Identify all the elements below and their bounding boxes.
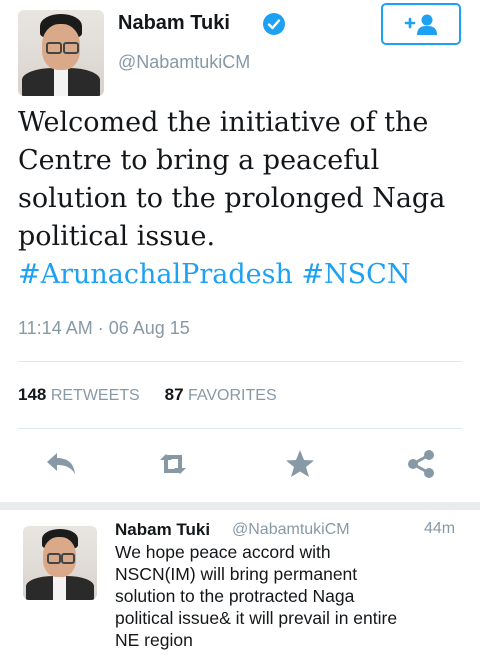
tweet-timestamp: 11:14 AM · 06 Aug 15: [18, 318, 190, 338]
tweet-text-line: solution to the prolonged Naga: [18, 183, 446, 214]
reply-avatar[interactable]: [23, 526, 97, 600]
reply-button[interactable]: [44, 447, 78, 481]
divider: [18, 428, 462, 429]
hashtag-link[interactable]: #NSCN: [301, 259, 410, 290]
reply-tweet[interactable]: Nabam Tuki @NabamtukiCM 44m We hope peac…: [0, 510, 480, 659]
user-handle[interactable]: @NabamtukiCM: [118, 52, 250, 73]
reply-handle[interactable]: @NabamtukiCM: [232, 521, 350, 539]
tweet-stats: 148 RETWEETS 87 FAVORITES: [18, 385, 277, 405]
reply-icon: [47, 453, 75, 474]
retweets-label: RETWEETS: [50, 387, 140, 404]
reply-text-line: We hope peace accord with: [115, 542, 331, 562]
display-name[interactable]: Nabam Tuki: [118, 12, 230, 35]
reply-text-line: NSCN(IM) will bring permanent: [115, 564, 358, 584]
favorite-button[interactable]: [283, 447, 317, 481]
reply-display-name[interactable]: Nabam Tuki: [115, 520, 210, 540]
divider: [18, 361, 462, 362]
retweet-button[interactable]: [156, 447, 190, 481]
verified-badge-icon: [263, 13, 285, 35]
tweet-text-line: Welcomed the initiative of the: [18, 107, 429, 138]
tweet-text-line: political issue.: [18, 221, 216, 252]
reply-text: We hope peace accord with NSCN(IM) will …: [115, 541, 475, 651]
tweet-text: Welcomed the initiative of the Centre to…: [18, 104, 473, 294]
retweet-icon: [160, 454, 186, 474]
share-icon: [408, 450, 434, 478]
timeline-separator: [0, 502, 480, 510]
reply-text-line: solution to the protracted Naga: [115, 586, 355, 606]
tweet-text-line: Centre to bring a peaceful: [18, 145, 380, 176]
favorites-label: FAVORITES: [188, 387, 277, 404]
hashtag-link[interactable]: #ArunachalPradesh: [18, 259, 293, 290]
retweets-stat[interactable]: 148 RETWEETS: [18, 385, 144, 404]
star-icon: [286, 450, 314, 477]
follow-button[interactable]: [381, 3, 461, 45]
share-button[interactable]: [404, 447, 438, 481]
favorites-stat[interactable]: 87 FAVORITES: [164, 385, 277, 404]
reply-text-line: NE region: [115, 630, 193, 650]
main-tweet: Nabam Tuki @NabamtukiCM Welcomed the ini…: [0, 0, 480, 502]
retweets-count: 148: [18, 385, 47, 404]
profile-avatar[interactable]: [18, 10, 104, 96]
favorites-count: 87: [164, 385, 184, 404]
add-user-icon: [404, 14, 437, 35]
reply-text-line: political issue& it will prevail in enti…: [115, 608, 398, 628]
reply-time: 44m: [424, 520, 456, 537]
